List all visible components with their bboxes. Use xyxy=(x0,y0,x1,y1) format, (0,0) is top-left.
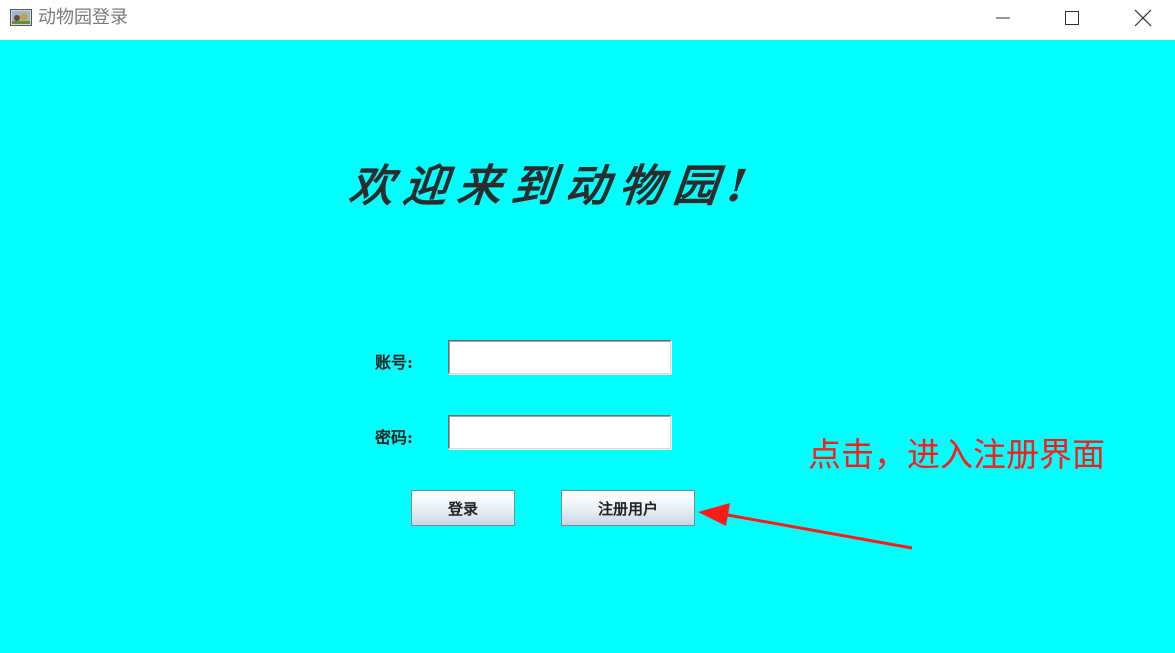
zoo-app-icon xyxy=(10,9,32,26)
red-arrow-icon xyxy=(698,503,913,550)
minimize-icon xyxy=(996,17,1010,19)
close-icon xyxy=(1134,9,1152,27)
maximize-icon xyxy=(1065,11,1079,25)
title-bar[interactable]: 动物园登录 xyxy=(0,0,1175,40)
login-panel: 欢迎来到动物园! 账号: 密码: 登录 注册用户 点击，进入注册界面 xyxy=(0,40,1175,653)
maximize-button[interactable] xyxy=(1044,0,1100,36)
window-title: 动物园登录 xyxy=(38,7,128,28)
minimize-button[interactable] xyxy=(975,0,1031,36)
close-button[interactable] xyxy=(1115,0,1171,36)
login-window: 动物园登录 欢迎来到动物园! 账号: 密码: 登录 注册用户 点击，进入注册界面 xyxy=(0,0,1175,653)
